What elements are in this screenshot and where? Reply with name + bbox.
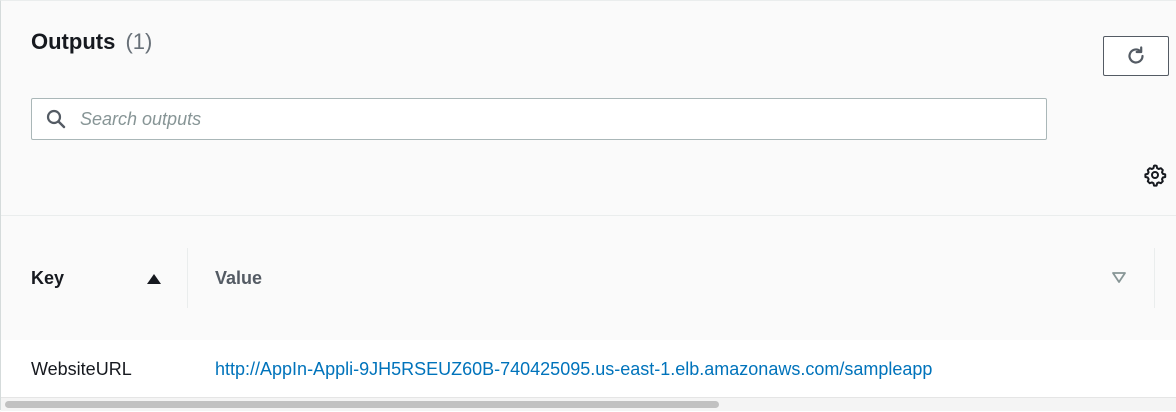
column-header-value[interactable]: Value bbox=[215, 268, 262, 289]
sort-ascending-icon[interactable] bbox=[144, 270, 164, 290]
search-field[interactable] bbox=[31, 98, 1047, 140]
outputs-heading: Outputs (1) bbox=[31, 29, 152, 55]
outputs-count: (1) bbox=[125, 29, 153, 54]
gear-icon bbox=[1144, 164, 1167, 187]
output-value-link[interactable]: http://AppIn-Appli-9JH5RSEUZ60B-74042509… bbox=[215, 359, 932, 380]
horizontal-scrollbar[interactable] bbox=[1, 397, 1176, 411]
preferences-button[interactable] bbox=[1141, 161, 1169, 189]
column-divider[interactable] bbox=[187, 248, 188, 308]
refresh-button[interactable] bbox=[1103, 36, 1169, 76]
refresh-icon bbox=[1128, 46, 1144, 64]
search-input[interactable] bbox=[80, 108, 1020, 130]
search-icon bbox=[32, 99, 80, 139]
outputs-panel: Outputs (1) Key Value bbox=[0, 0, 1176, 412]
column-header-key[interactable]: Key bbox=[31, 268, 64, 289]
scrollbar-thumb[interactable] bbox=[5, 401, 719, 408]
outputs-table: Key Value WebsiteURL http://AppIn-Appli-… bbox=[1, 215, 1176, 412]
output-key-cell: WebsiteURL bbox=[31, 359, 132, 379]
column-divider[interactable] bbox=[1154, 248, 1155, 308]
table-row: WebsiteURL http://AppIn-Appli-9JH5RSEUZ6… bbox=[1, 340, 1176, 396]
table-header: Key Value bbox=[1, 216, 1176, 341]
sort-icon[interactable] bbox=[1109, 267, 1129, 287]
page-title: Outputs bbox=[31, 29, 116, 54]
